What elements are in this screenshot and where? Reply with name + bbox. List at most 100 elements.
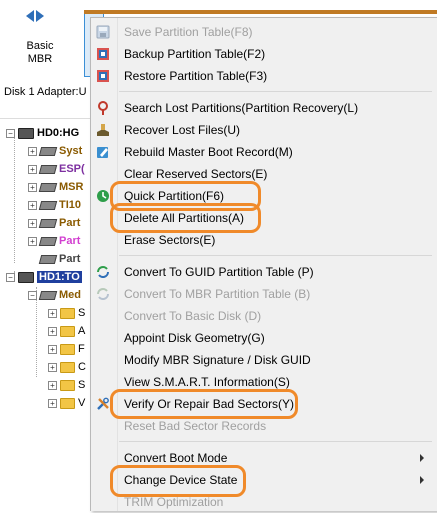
menu-item-rebuild-mbr[interactable]: Rebuild Master Boot Record(M) [91, 141, 437, 163]
tree-partition[interactable]: + Part [28, 215, 80, 231]
tree-partition[interactable]: + Syst [28, 143, 82, 159]
folder-icon [60, 343, 75, 355]
expand-icon[interactable]: + [48, 344, 57, 354]
menu-item-label: Save Partition Table(F8) [124, 25, 253, 39]
folder-icon [60, 361, 75, 373]
expand-icon[interactable]: + [28, 218, 37, 228]
tree-folder[interactable]: + S [48, 305, 85, 321]
disk-context-menu: Save Partition Table(F8) Backup Partitio… [90, 17, 437, 511]
partition-label: Part [59, 253, 81, 265]
rebuild-mbr-icon [97, 147, 108, 158]
tree-partition[interactable]: + MSR [28, 179, 83, 195]
partition-icon [38, 182, 58, 192]
submenu-arrow-icon [420, 476, 424, 484]
menu-separator [119, 91, 432, 92]
folder-label: S [78, 379, 86, 391]
folder-label: F [78, 343, 85, 355]
tree-partition[interactable]: + TI10 [28, 197, 81, 213]
menu-separator [119, 255, 432, 256]
expand-icon[interactable]: + [48, 326, 57, 336]
save-icon [96, 25, 110, 39]
partition-icon [38, 236, 58, 246]
disk1-label: HD1:TO [37, 271, 82, 283]
menu-item-label: Modify MBR Signature / Disk GUID [124, 353, 311, 367]
folder-icon [60, 379, 75, 391]
tree-folder[interactable]: + S [48, 377, 85, 393]
tree-partition[interactable]: Part [38, 251, 81, 267]
hard-disk-icon [18, 127, 34, 139]
tree-folder[interactable]: + A [48, 323, 85, 339]
partition-icon [38, 200, 58, 210]
folder-icon [60, 325, 75, 337]
folder-label: C [78, 361, 86, 373]
expand-icon[interactable]: + [48, 308, 57, 318]
nav-arrows [26, 10, 44, 22]
partition-label: TI10 [59, 199, 82, 211]
menu-item-label: Appoint Disk Geometry(G) [124, 331, 265, 345]
menu-item-save-partition-table[interactable]: Save Partition Table(F8) [91, 21, 437, 43]
menu-item-label: Convert To MBR Partition Table (B) [124, 287, 311, 301]
disk0-label: HD0:HG [37, 127, 80, 139]
tree-folder[interactable]: + V [48, 395, 85, 411]
partition-icon [38, 290, 58, 300]
menu-item-label: Reset Bad Sector Records [124, 419, 267, 433]
expand-icon[interactable]: + [28, 146, 37, 156]
menu-item-convert-to-mbr[interactable]: Convert To MBR Partition Table (B) [91, 283, 437, 305]
partition-icon [38, 164, 58, 174]
submenu-arrow-icon [420, 454, 424, 462]
partition-label: Part [59, 217, 81, 229]
expand-icon[interactable]: + [28, 236, 37, 246]
menu-item-label: Restore Partition Table(F3) [124, 69, 268, 83]
disk-map-strip[interactable] [84, 10, 437, 14]
menu-item-convert-to-gpt[interactable]: Convert To GUID Partition Table (P) [91, 261, 437, 283]
collapse-icon[interactable]: − [6, 272, 15, 282]
menu-item-label: Convert Boot Mode [124, 451, 228, 465]
tree-partition[interactable]: + Part [28, 233, 80, 249]
convert-icon [97, 288, 109, 300]
partition-label: MSR [59, 181, 84, 193]
menu-item-label: Search Lost Partitions(Partition Recover… [124, 101, 359, 115]
menu-item-recover-lost-files[interactable]: Recover Lost Files(U) [91, 119, 437, 141]
expand-icon[interactable]: + [28, 200, 37, 210]
menu-item-label: Recover Lost Files(U) [124, 123, 241, 137]
tree-folder[interactable]: + F [48, 341, 85, 357]
expand-icon[interactable]: + [28, 164, 37, 174]
forward-arrow-icon[interactable] [36, 10, 44, 22]
tree-disk0[interactable]: − HD0:HG [6, 125, 79, 141]
partition-icon [38, 254, 58, 264]
backup-table-icon [97, 48, 109, 60]
repair-tools-icon [97, 397, 109, 410]
menu-item-search-lost-partitions[interactable]: Search Lost Partitions(Partition Recover… [91, 97, 437, 119]
menu-item-label: Convert To GUID Partition Table (P) [124, 265, 314, 279]
menu-item-label: View S.M.A.R.T. Information(S) [124, 375, 290, 389]
collapse-icon[interactable]: − [28, 290, 37, 300]
collapse-icon[interactable]: − [6, 128, 15, 138]
folder-label: A [78, 325, 86, 337]
recover-files-icon [97, 124, 109, 136]
partition-label: Med [59, 289, 81, 301]
menu-item-modify-mbr-signature[interactable]: Modify MBR Signature / Disk GUID [91, 349, 437, 371]
menu-item-label: Backup Partition Table(F2) [124, 47, 266, 61]
tree-partition[interactable]: + ESP( [28, 161, 85, 177]
expand-icon[interactable]: + [28, 182, 37, 192]
annotation-highlight-change-device-state [110, 465, 246, 497]
menu-item-restore-partition-table[interactable]: Restore Partition Table(F3) [91, 65, 437, 87]
menu-item-label: Erase Sectors(E) [124, 233, 216, 247]
tree-partition[interactable]: − Med [28, 287, 81, 303]
menu-item-convert-to-basic-disk[interactable]: Convert To Basic Disk (D) [91, 305, 437, 327]
expand-icon[interactable]: + [48, 380, 57, 390]
back-arrow-icon[interactable] [26, 10, 34, 22]
disk-type-label: Basic [26, 40, 54, 52]
partition-icon [38, 146, 58, 156]
tree-folder[interactable]: + C [48, 359, 86, 375]
menu-item-backup-partition-table[interactable]: Backup Partition Table(F2) [91, 43, 437, 65]
expand-icon[interactable]: + [48, 362, 57, 372]
convert-icon [97, 266, 109, 278]
tree-disk1[interactable]: − HD1:TO [6, 269, 82, 285]
disk-style-label: MBR [27, 53, 53, 65]
menu-item-appoint-disk-geometry[interactable]: Appoint Disk Geometry(G) [91, 327, 437, 349]
menu-separator [119, 441, 432, 442]
folder-label: S [78, 307, 86, 319]
expand-icon[interactable]: + [48, 398, 57, 408]
restore-table-icon [97, 70, 109, 82]
